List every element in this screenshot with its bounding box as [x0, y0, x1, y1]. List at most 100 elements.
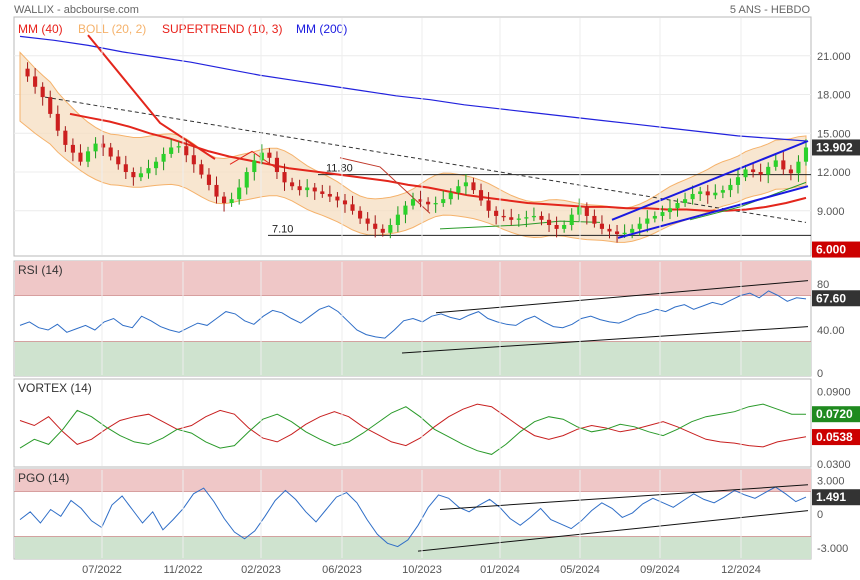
candle-body: [660, 212, 665, 216]
candle-body: [123, 164, 128, 173]
candle-body: [607, 228, 612, 232]
pgo-tick: -3.000: [817, 543, 848, 555]
candle-body: [478, 190, 484, 201]
candle-body: [252, 160, 257, 173]
pgo-tick: 3.000: [817, 475, 845, 487]
candle-body: [690, 193, 695, 200]
candle-body: [471, 182, 476, 191]
candle-body: [766, 166, 771, 175]
candle-body: [803, 147, 809, 162]
candle-body: [206, 174, 212, 185]
x-axis-label: 02/2023: [241, 564, 281, 576]
candle-body: [698, 191, 703, 194]
indicator-title-1: RSI (14): [18, 263, 63, 277]
candle-body: [781, 160, 786, 170]
candle-body: [569, 214, 574, 225]
candle-body: [683, 199, 688, 204]
candle-body: [312, 187, 317, 192]
candle-body: [501, 215, 506, 218]
candle-body: [720, 190, 725, 193]
candle-body: [441, 199, 446, 204]
candle-body: [184, 146, 189, 156]
candle-body: [539, 215, 544, 220]
candle-body: [796, 161, 801, 174]
candle-body: [335, 196, 340, 201]
candle-body: [244, 172, 249, 188]
stock-chart: WALLIX - abcbourse.com 5 ANS - HEBDO 21.00…: [13, 4, 860, 576]
candle-body: [380, 228, 385, 233]
candle-body: [410, 199, 416, 206]
level-label: 7.10: [272, 223, 293, 235]
indicator-title-2: VORTEX (14): [18, 381, 92, 395]
vortex-plus-value: 0.0720: [816, 407, 853, 421]
candle-body: [55, 113, 60, 131]
x-axis-label: 01/2024: [480, 564, 520, 576]
oversold-band: [15, 341, 811, 376]
indicator-title-3: PGO (14): [18, 471, 69, 485]
candle-body: [546, 219, 552, 225]
candle-body: [713, 192, 718, 196]
candle-body: [274, 157, 280, 173]
candle-body: [350, 204, 355, 211]
candle-body: [161, 153, 166, 162]
candle-body: [290, 182, 295, 187]
candle-body: [584, 206, 589, 216]
candle-body: [645, 218, 650, 224]
overbought-band: [15, 469, 811, 492]
candle-body: [365, 218, 370, 224]
candle-body: [614, 231, 620, 235]
vortex-tick: 0.0300: [817, 459, 851, 471]
candle-body: [131, 172, 136, 178]
candle-body: [169, 147, 174, 154]
candle-body: [146, 168, 151, 174]
candle-body: [229, 199, 234, 204]
candle-body: [214, 184, 219, 197]
candle-body: [554, 224, 559, 229]
candle-body: [237, 187, 242, 200]
x-axis-label: 05/2024: [560, 564, 600, 576]
candle-body: [48, 97, 53, 114]
header-period: 5 ANS - HEBDO: [730, 4, 811, 16]
candle-body: [494, 210, 499, 216]
candle-body: [176, 146, 181, 148]
candle-body: [599, 223, 605, 229]
candle-body: [426, 201, 431, 205]
rsi-tick: 40.00: [817, 325, 845, 337]
candle-body: [675, 203, 680, 209]
x-axis-label: 11/2022: [164, 564, 203, 576]
price-tick-label: 12.000: [817, 167, 851, 179]
candle-body: [33, 76, 38, 87]
candle-body: [93, 143, 98, 152]
candle-body: [516, 218, 521, 220]
candle-body: [138, 173, 143, 178]
candle-body: [199, 164, 204, 175]
candle-body: [395, 214, 400, 225]
legend-item-0: MM (40): [18, 22, 63, 36]
candle-body: [622, 232, 627, 235]
candle-body: [342, 200, 348, 205]
oversold-band: [15, 536, 811, 559]
candle-body: [282, 172, 287, 183]
candle-body: [297, 186, 302, 191]
candle-body: [524, 217, 529, 219]
candle-body: [592, 215, 597, 224]
price-tick-label: 18.000: [817, 90, 851, 102]
candle-body: [433, 203, 438, 205]
price-tick-label: 9.000: [817, 206, 845, 218]
candle-body: [630, 228, 635, 233]
candle-body: [70, 144, 75, 153]
rsi-value: 67.60: [816, 291, 846, 305]
candle-body: [85, 151, 91, 162]
candle-body: [637, 223, 642, 229]
rsi-tick: 80: [817, 279, 829, 291]
candle-body: [751, 169, 756, 173]
candle-body: [305, 187, 310, 191]
candle-body: [486, 200, 491, 211]
candle-body: [267, 152, 272, 158]
x-axis-label: 06/2023: [322, 564, 362, 576]
legend-item-3: MM (200): [296, 22, 347, 36]
x-axis-label: 10/2023: [402, 564, 442, 576]
candle-body: [78, 152, 83, 162]
legend-item-2: SUPERTREND (10, 3): [162, 22, 282, 36]
candle-body: [743, 169, 748, 178]
